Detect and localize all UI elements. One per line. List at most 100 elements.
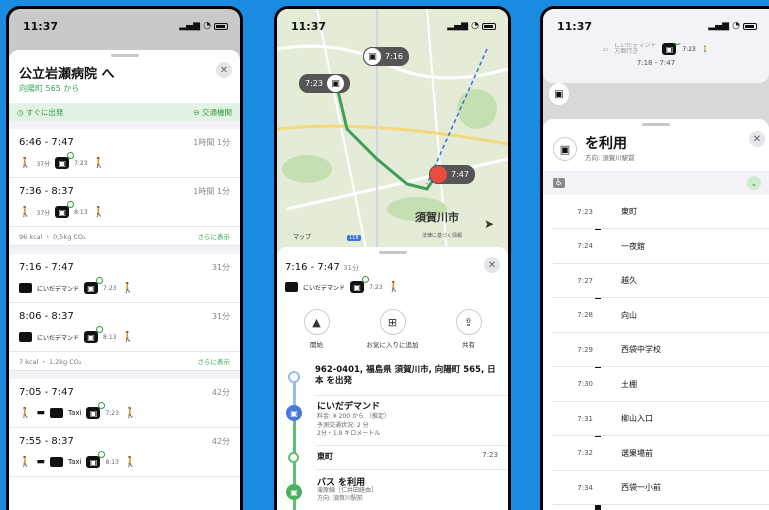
stop-time: 7:29	[577, 345, 593, 354]
map-drawing	[277, 9, 508, 254]
bus-direction: 方向: 須賀川駅前	[585, 154, 635, 162]
stop-dot	[596, 210, 601, 215]
status-bar: 11:37 ▂▄▆ ◔	[543, 9, 769, 43]
route-steps: 🚶 ▬ Taxi ▣ 8:13 🚶	[19, 451, 137, 468]
map-pin-destination[interactable]: 7:47	[429, 165, 475, 184]
stops-list: 7:23 東町 7:24 一夜館 7:27 越久 7:28 向山 7:29 西袋中学校 7:30 土棚…	[553, 195, 769, 510]
stop-dot	[288, 452, 299, 463]
more-link[interactable]: さらに表示	[198, 356, 231, 366]
stop-row[interactable]: 7:29 西袋中学校	[553, 333, 769, 367]
map-city-label: 須賀川市	[415, 211, 459, 224]
demand-details: 料金: ¥ 200 から （推定） 予測交通状況: 2 分 2分・1.9 キロメート…	[317, 413, 390, 438]
transit-button[interactable]: ⊖ 交通機関	[193, 107, 232, 118]
stop-name: 東町	[317, 452, 333, 461]
bus-icon: ▣	[662, 38, 682, 55]
route-time: 6:46 - 7:47	[19, 137, 74, 148]
map-pin-bus[interactable]: 7:23 ▣	[299, 74, 350, 93]
close-icon[interactable]: ✕	[216, 62, 232, 78]
walk-icon: 🚶	[123, 456, 137, 468]
stop-row[interactable]: 7:31 柳山入口	[553, 402, 769, 436]
stop-row[interactable]: 7:34 西袋一小前	[553, 471, 769, 505]
route-steps: にいだデマンド ▣ 8:13 🚶	[19, 326, 230, 343]
maps-logo: マップ	[293, 234, 312, 241]
route-time: 7:36 - 8:37	[19, 186, 74, 197]
stop-time: 7:23	[482, 451, 498, 459]
stop-dot	[596, 486, 601, 491]
walk-icon: 🚶	[19, 456, 32, 468]
bus-icon: ▣	[84, 277, 104, 294]
depart-now-button[interactable]: ◷ すぐに出発	[17, 107, 63, 118]
kcal-row: 96 kcal ・ 0,5kg CO₂ さらに表示	[9, 227, 240, 246]
route-time: 8:06 - 8:37	[19, 311, 74, 322]
car-icon: ▬	[36, 408, 45, 418]
stop-time: 7:28	[577, 311, 593, 319]
stop-row[interactable]: 7:23 東町	[553, 195, 769, 229]
route-map[interactable]: ▣ 7:16 7:23 ▣ 7:47 須賀川市 マップ 法律に基づく情報 118 ➤	[277, 9, 508, 254]
status-icons: ▂▄▆ ◔	[447, 21, 496, 31]
car-icon: ▣	[286, 405, 302, 421]
status-time: 11:37	[291, 19, 327, 33]
legal-link[interactable]: 法律に基づく情報	[422, 232, 462, 239]
bus-icon: ▣	[86, 451, 106, 468]
stop-time: 7:30	[577, 380, 593, 388]
route-option[interactable]: 7:55 - 8:37 42分 🚶 ▬ Taxi ▣ 8:13 🚶	[9, 428, 240, 477]
route-duration: 1時間 1分	[193, 187, 230, 196]
car-icon: ▭	[602, 45, 609, 53]
walk-icon: 🚶	[19, 157, 32, 169]
route-detail-sheet: ✕ 7:16 - 7:47 31分 にいだデマンド ▣ 7:23 🚶 ▲ 開始 ⊞ お…	[277, 247, 508, 510]
kcal-row: 7 kcal ・ 1,2kg CO₂ さらに表示	[9, 352, 240, 371]
stop-dot	[596, 348, 601, 353]
route-steps: にいだデマンド ▣ 7:23 🚶	[19, 277, 230, 294]
route-option[interactable]: 7:36 - 8:37 1時間 1分 🚶 37分 ▣ 8:13 🚶	[9, 178, 240, 227]
stop-row[interactable]: 7:28 向山	[553, 298, 769, 333]
location-arrow-icon[interactable]: ➤	[484, 217, 494, 231]
route-option[interactable]: 7:16 - 7:47 31分 にいだデマンド ▣ 7:23 🚶	[9, 254, 240, 303]
stop-row[interactable]: 7:24 一夜館	[553, 229, 769, 264]
origin-dot	[288, 371, 300, 383]
bus-icon: ▣	[326, 75, 344, 92]
sheet-grabber[interactable]	[642, 123, 670, 126]
status-icons: ▂▄▆ ◔	[708, 21, 757, 31]
start-button[interactable]: ▲ 開始	[303, 309, 330, 349]
stop-name: 越久	[621, 276, 637, 285]
stop-name: 選果場前	[621, 448, 653, 458]
route-option[interactable]: 8:06 - 8:37 31分 にいだデマンド ▣ 8:13 🚶	[9, 303, 240, 352]
mini-route-header: ▭ にいだデマンド 方面行き ▣ 7:23 🚶 7:18 - 7:47	[543, 38, 769, 83]
chevron-down-icon[interactable]: ⌄	[747, 176, 761, 190]
map-pin-demand[interactable]: ▣ 7:16	[363, 47, 409, 66]
route-time: 7:55 - 8:37	[19, 436, 74, 447]
car-icon	[19, 283, 32, 293]
phone-route-list: 11:37 ▂▄▆ ◔ ✕ 公立岩瀬病院 へ 向陽町 565 から ◷ すぐに出…	[6, 6, 243, 510]
walk-icon: 🚶	[92, 157, 106, 169]
stop-row[interactable]: 7:30 土棚	[553, 367, 769, 402]
route-steps: にいだデマンド ▣ 7:23 🚶	[277, 276, 508, 293]
stop-row[interactable]: 7:27 越久	[553, 264, 769, 298]
share-icon: ⇪	[455, 309, 482, 335]
close-icon[interactable]: ✕	[749, 131, 765, 147]
bus-detail-sheet: ✕ ▣ を利用 方向: 須賀川駅前 ♿ ⌄ 7:23 東町 7:24 一夜館 7:27 越…	[543, 119, 769, 510]
status-bar: 11:37 ▂▄▆ ◔	[9, 9, 240, 43]
walk-icon: 🚶	[121, 331, 134, 343]
route-option[interactable]: 6:46 - 7:47 1時間 1分 🚶 37分 ▣ 7:23 🚶	[9, 129, 240, 178]
stop-name: 西袋一小前	[621, 483, 661, 492]
share-button[interactable]: ⇪ 共有	[455, 309, 482, 349]
route-steps: 🚶 37分 ▣ 7:23 🚶	[19, 152, 106, 169]
stop-row[interactable]: 7:32 選果場前	[553, 436, 769, 471]
options-bar: ◷ すぐに出発 ⊖ 交通機関	[9, 103, 240, 121]
more-link[interactable]: さらに表示	[198, 231, 231, 241]
taxi-icon	[49, 408, 63, 418]
stop-dot	[596, 279, 601, 284]
bus-icon: ▣	[364, 48, 381, 65]
favorite-button[interactable]: ⊞ お気に入りに追加	[367, 309, 419, 349]
close-icon[interactable]: ✕	[484, 257, 500, 273]
stop-name: 柳山入口	[621, 414, 653, 423]
bus-icon: ▣	[350, 276, 370, 293]
destination-pin-icon	[430, 166, 447, 183]
taxi-icon	[49, 457, 63, 467]
bus-title: を利用	[585, 136, 627, 152]
accessibility-row[interactable]: ♿ ⌄	[543, 171, 769, 195]
stop-dot	[596, 244, 601, 250]
route-steps: 🚶 ▬ Taxi ▣ 7:23 🚶	[19, 402, 137, 419]
origin-label: 向陽町 565 から	[19, 84, 80, 93]
route-option[interactable]: 7:05 - 7:47 42分 🚶 ▬ Taxi ▣ 7:23 🚶	[9, 379, 240, 428]
